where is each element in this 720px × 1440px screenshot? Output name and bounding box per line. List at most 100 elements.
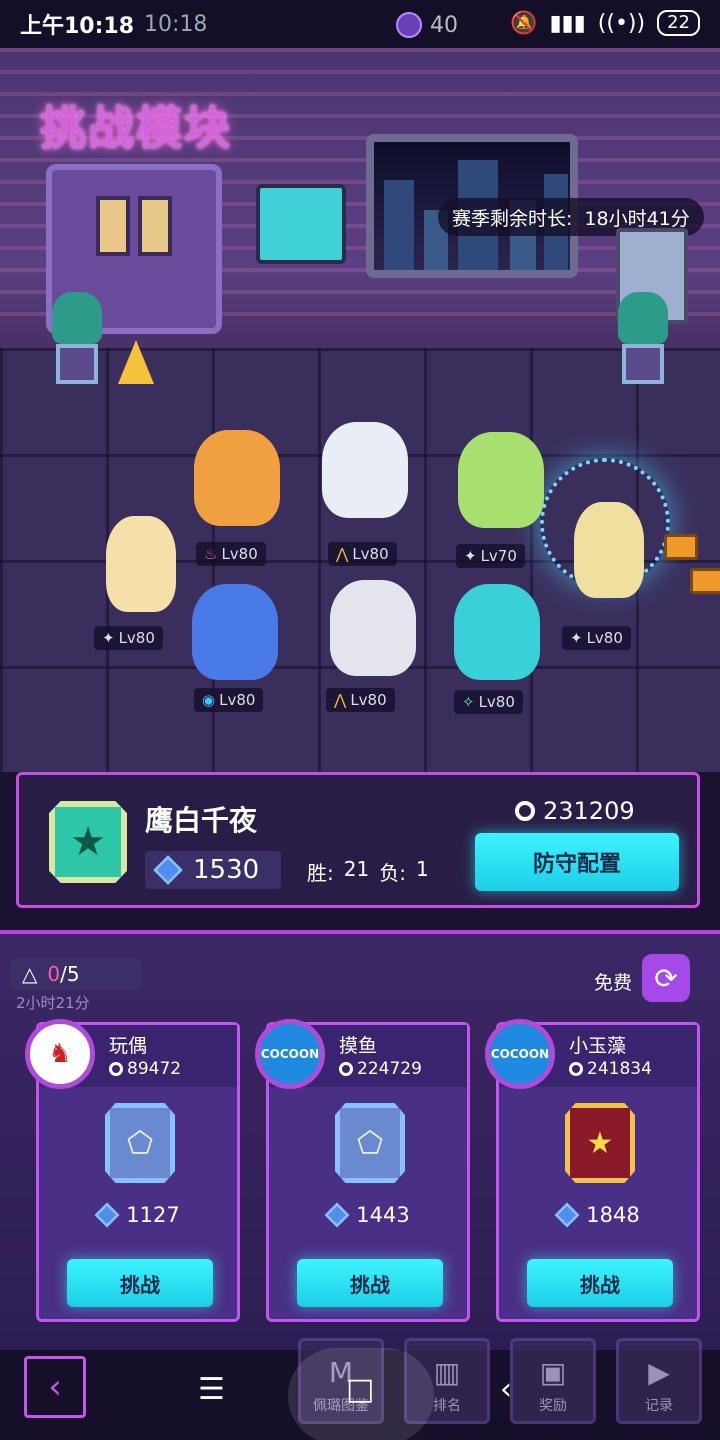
coin-icon (569, 1062, 583, 1076)
status-coins: 40 (396, 12, 458, 38)
system-back-icon[interactable]: ‹ (500, 1372, 512, 1407)
rating-gem-icon (324, 1202, 350, 1228)
hero-level-badge: ♨ Lv80 (196, 542, 266, 566)
nav-rewards[interactable]: ▣ 奖励 (510, 1338, 596, 1424)
hero-sprite (322, 422, 408, 518)
potted-plant (52, 292, 102, 384)
hero-unit[interactable]: ✦ Lv70 (446, 432, 556, 568)
chevron-left-icon: ‹ (48, 1367, 62, 1407)
opponent-coins: 241834 (569, 1059, 652, 1079)
system-menu-icon[interactable]: ☰ (198, 1372, 225, 1407)
rank-badge: ★ (49, 801, 127, 883)
status-coin-count: 40 (430, 12, 458, 38)
hero-unit[interactable]: ⋀ Lv80 (318, 580, 428, 712)
hero-sprite (106, 516, 176, 612)
opponent-card: ♞ 玩偶 89472 ⬠ 1127 挑战 (25, 1019, 240, 1322)
rating-gem-icon (554, 1202, 580, 1228)
star-icon: ✦ (570, 629, 583, 647)
challenge-button[interactable]: 挑战 (527, 1259, 673, 1307)
opponent-rating: 1848 (499, 1202, 697, 1228)
opponent-rank-badge: ★ (565, 1103, 635, 1183)
hero-sprite (194, 430, 280, 526)
hero-level-badge: ◉ Lv80 (194, 688, 264, 712)
wifi-icon: ((•)) (597, 10, 646, 36)
hero-level-badge: ✦ Lv80 (562, 626, 631, 650)
fire-icon: ♨ (204, 545, 218, 563)
doll-icon: ♞ (48, 1039, 72, 1069)
lobby-scene: 挑战模块 赛季剩余时长: 18小时41分 ♨ Lv80 ⋀ Lv80 ✦ Lv7… (0, 48, 720, 772)
hero-unit[interactable]: ♨ Lv80 (182, 430, 292, 566)
gift-icon: ▣ (539, 1356, 567, 1389)
back-button[interactable]: ‹ (24, 1356, 86, 1418)
hero-sprite (454, 584, 540, 680)
mail-icon[interactable] (690, 568, 720, 594)
bottom-nav: ‹ M 佩璐图鉴 ▥ 排名 ▣ 奖励 ▶ 记录 ☰ □ ‹ (0, 1338, 720, 1440)
ranking-icon: ▥ (433, 1356, 461, 1389)
hero-level-badge: ⋀ Lv80 (328, 542, 397, 566)
rating-gem-icon (94, 1202, 120, 1228)
hero-level-badge: ✦ Lv80 (94, 626, 163, 650)
player-rating: 1530 (145, 851, 281, 889)
hero-level-badge: ✧ Lv80 (454, 690, 523, 714)
opponent-coins: 224729 (339, 1059, 422, 1079)
hero-unit[interactable]: ✧ Lv80 (442, 584, 552, 714)
season-timer-label: 赛季剩余时长: (452, 207, 573, 230)
claw-icon: ⋀ (334, 691, 347, 709)
player-card: ★ 鹰白千夜 1530 胜: 21 负: 1 231209 防守配置 (16, 772, 700, 908)
door-window-right (138, 196, 172, 256)
opponent-card: COCOON 小玉藻 241834 ★ 1848 挑战 (485, 1019, 700, 1322)
coin-icon (339, 1062, 353, 1076)
opponent-rating: 1127 (39, 1202, 237, 1228)
potted-plant (618, 292, 668, 384)
play-record-icon: ▶ (648, 1356, 670, 1389)
swirl-icon: ◉ (202, 691, 216, 709)
status-icons: 🔕 ▮▮▮ ((•)) 22 (510, 10, 700, 36)
neon-sign: 挑战模块 (40, 101, 232, 155)
menu-board (256, 184, 346, 264)
status-time: 上午10:18 (20, 14, 135, 39)
attempts-counter: △ 0/5 (10, 958, 142, 990)
door-window-left (96, 196, 130, 256)
attempts-refresh-time: 2小时21分 (16, 994, 90, 1012)
coin-icon (396, 12, 422, 38)
challenge-button[interactable]: 挑战 (67, 1259, 213, 1307)
refresh-opponents-button[interactable]: ⟳ (642, 954, 690, 1002)
mail-icon[interactable] (664, 534, 698, 560)
hero-unit[interactable]: ✦ Lv80 (554, 502, 664, 650)
opponent-avatar[interactable]: COCOON (255, 1019, 325, 1089)
hero-sprite (330, 580, 416, 676)
opponent-avatar[interactable]: COCOON (485, 1019, 555, 1089)
building (384, 180, 414, 270)
opponent-card: COCOON 摸鱼 224729 ⬠ 1443 挑战 (255, 1019, 470, 1322)
triangle-icon: △ (22, 962, 38, 986)
hero-level-badge: ⋀ Lv80 (326, 688, 395, 712)
nav-records[interactable]: ▶ 记录 (616, 1338, 702, 1424)
shuriken-icon: ✧ (462, 693, 475, 711)
mute-icon: 🔕 (510, 10, 538, 36)
hero-sprite (458, 432, 544, 528)
opponent-rank-badge: ⬠ (335, 1103, 405, 1183)
player-name: 鹰白千夜 (145, 804, 258, 837)
player-coins: 231209 (515, 797, 635, 825)
opponent-avatar[interactable]: ♞ (25, 1019, 95, 1089)
opponent-name: 小玉藻 (569, 1035, 627, 1057)
hero-unit[interactable]: ⋀ Lv80 (310, 422, 420, 566)
challenge-panel: △ 0/5 2小时21分 免费 ⟳ ♞ 玩偶 89472 ⬠ 1127 挑战 C… (0, 930, 720, 1350)
battery-indicator: 22 (657, 10, 700, 36)
opponent-name: 摸鱼 (339, 1035, 378, 1057)
opponent-coins: 89472 (109, 1059, 181, 1079)
player-record: 胜: 21 负: 1 (307, 857, 429, 885)
star-icon: ✦ (464, 547, 477, 565)
challenge-button[interactable]: 挑战 (297, 1259, 443, 1307)
hero-level-badge: ✦ Lv70 (456, 544, 525, 568)
hero-sprite (192, 584, 278, 680)
free-label: 免费 (594, 972, 633, 994)
signal-icon: ▮▮▮ (549, 10, 586, 36)
defense-config-button[interactable]: 防守配置 (475, 833, 679, 891)
hero-unit[interactable]: ◉ Lv80 (180, 584, 290, 712)
opponent-name: 玩偶 (109, 1035, 148, 1057)
system-home-icon[interactable]: □ (346, 1372, 374, 1407)
opponent-rating: 1443 (269, 1202, 467, 1228)
status-bar: 上午10:18 10:18 40 🔕 ▮▮▮ ((•)) 22 (0, 0, 720, 48)
coin-icon (109, 1062, 123, 1076)
